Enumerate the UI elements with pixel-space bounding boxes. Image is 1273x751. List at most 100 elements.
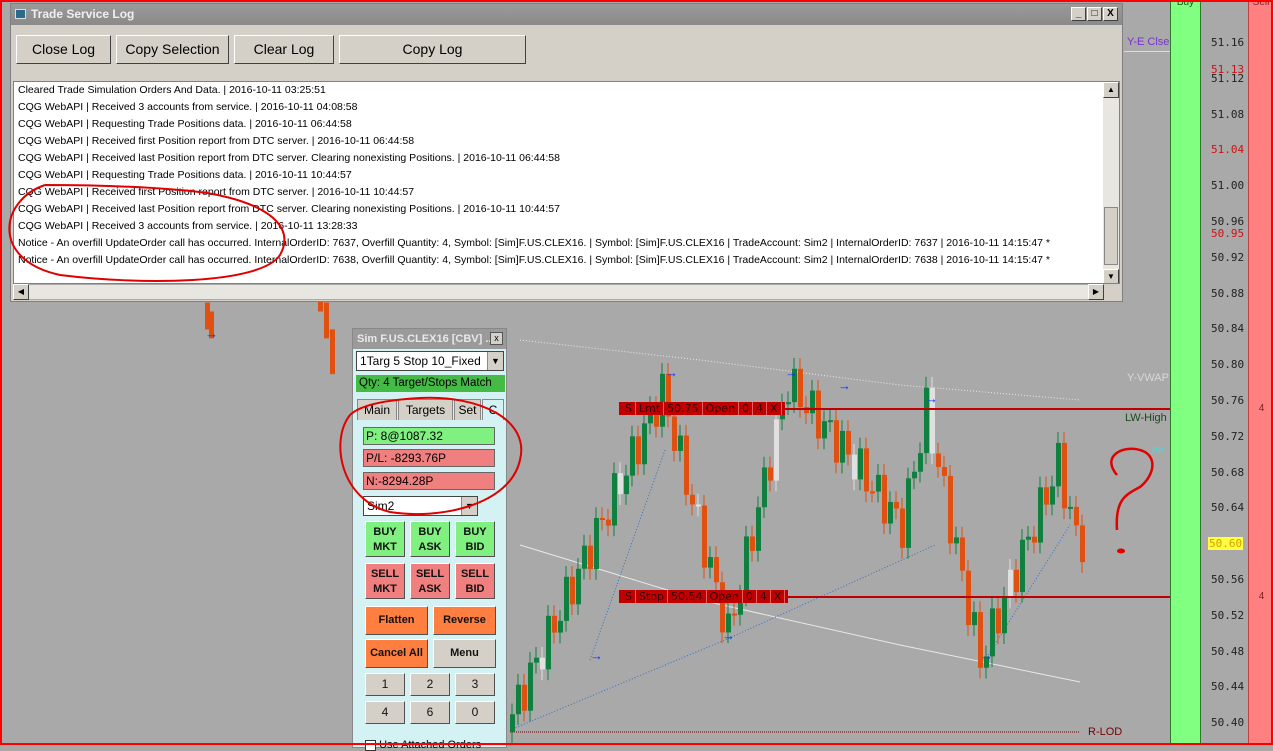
- account-select[interactable]: Sim2 ▼: [363, 496, 478, 516]
- order-cancel-button[interactable]: X: [767, 402, 782, 415]
- qty-4-button[interactable]: 4: [365, 701, 405, 724]
- order-status: Open: [703, 402, 740, 415]
- qty-0-button[interactable]: 0: [455, 701, 495, 724]
- reverse-button[interactable]: Reverse: [433, 606, 496, 635]
- strategy-select[interactable]: 1Targ 5 Stop 10_Fixed ▼: [356, 351, 504, 371]
- candle-body: [534, 657, 539, 663]
- panel-close-button[interactable]: x: [490, 332, 503, 345]
- arrow-marker-icon: →: [665, 365, 678, 380]
- order-cancel-button[interactable]: X: [771, 590, 786, 603]
- stop-order-tag[interactable]: S Stop 50.54 Open 0 4 X: [619, 590, 789, 603]
- copy-selection-button[interactable]: Copy Selection: [116, 35, 229, 64]
- maximize-button[interactable]: □: [1087, 7, 1102, 21]
- buy-header: Buy: [1176, 0, 1195, 8]
- log-line[interactable]: Cleared Trade Simulation Orders And Data…: [14, 82, 1119, 99]
- log-line[interactable]: CQG WebAPI | Received last Position repo…: [14, 150, 1119, 167]
- tab-targets[interactable]: Targets: [398, 399, 453, 420]
- candle-body: [636, 436, 641, 465]
- candle-body: [642, 423, 647, 465]
- candle-body: [1044, 487, 1049, 505]
- minimize-button[interactable]: _: [1071, 7, 1086, 21]
- buy-mkt-button[interactable]: BUY MKT: [365, 521, 405, 557]
- scroll-left-icon[interactable]: ◀: [13, 284, 29, 300]
- order-qty[interactable]: 4: [757, 590, 771, 603]
- limit-order-tag[interactable]: S Lmt 50.75 Open 0 4 X: [619, 402, 785, 415]
- candle-body: [996, 608, 1001, 634]
- arrow-marker-icon: →: [205, 326, 218, 341]
- sell-ask-button[interactable]: SELL ASK: [410, 563, 450, 599]
- clear-log-button[interactable]: Clear Log: [234, 35, 334, 64]
- buy-bid-button[interactable]: BUY BID: [455, 521, 495, 557]
- copy-log-button[interactable]: Copy Log: [339, 35, 526, 64]
- checkbox-icon[interactable]: [365, 739, 376, 751]
- candle-body: [714, 557, 719, 583]
- price-tick: 51.00: [1211, 179, 1245, 193]
- log-line[interactable]: Notice - An overfill UpdateOrder call ha…: [14, 252, 1119, 269]
- buy-ask-button[interactable]: BUY ASK: [410, 521, 450, 557]
- qty-2-button[interactable]: 2: [410, 673, 450, 696]
- candle-body: [840, 430, 845, 463]
- tab-set[interactable]: Set: [454, 399, 481, 420]
- chevron-down-icon[interactable]: ▼: [487, 352, 503, 370]
- scroll-down-icon[interactable]: ▼: [1103, 269, 1119, 283]
- buy-column[interactable]: Buy: [1170, 0, 1201, 745]
- use-attached-orders-checkbox[interactable]: Use Attached Orders: [365, 739, 481, 751]
- close-window-button[interactable]: X: [1103, 7, 1118, 21]
- log-line[interactable]: CQG WebAPI | Received 3 accounts from se…: [14, 99, 1119, 116]
- candle-body: [948, 475, 953, 544]
- button-label: BUY: [463, 526, 487, 538]
- cancel-all-button[interactable]: Cancel All: [365, 639, 428, 668]
- log-line[interactable]: CQG WebAPI | Requesting Trade Positions …: [14, 116, 1119, 133]
- log-line[interactable]: CQG WebAPI | Received first Position rep…: [14, 184, 1119, 201]
- lw-high-label: LW-High: [1125, 412, 1167, 424]
- sell-mkt-button[interactable]: SELL MKT: [365, 563, 405, 599]
- scroll-thumb[interactable]: [1104, 207, 1118, 265]
- log-line[interactable]: CQG WebAPI | Received first Position rep…: [14, 133, 1119, 150]
- price-axis[interactable]: 51.16 51.12 51.08 51.00 50.96 50.92 50.88 50.84…: [1201, 0, 1248, 745]
- button-label: BID: [465, 583, 485, 595]
- strategy-value: 1Targ 5 Stop 10_Fixed: [360, 354, 481, 368]
- qty-1-button[interactable]: 1: [365, 673, 405, 696]
- r-lod-label: R-LOD: [1088, 726, 1123, 738]
- qty-6-button[interactable]: 6: [410, 701, 450, 724]
- log-line[interactable]: Notice - An overfill UpdateOrder call ha…: [14, 235, 1119, 252]
- sell-column[interactable]: Sell 4 4: [1248, 0, 1273, 745]
- panel-title[interactable]: Sim F.US.CLEX16 [CBV] ...: [353, 329, 506, 349]
- price-tick: 50.95: [1211, 226, 1245, 240]
- log-line[interactable]: CQG WebAPI | Received 3 accounts from se…: [14, 218, 1119, 235]
- candle-body: [834, 420, 839, 463]
- order-qty[interactable]: 4: [753, 402, 768, 415]
- log-title-bar[interactable]: Trade Service Log _ □ X: [11, 4, 1122, 25]
- price-tick: 50.56: [1211, 573, 1245, 586]
- button-label: BUY: [418, 526, 442, 538]
- log-line[interactable]: CQG WebAPI | Received last Position repo…: [14, 201, 1119, 218]
- tab-main[interactable]: Main: [357, 399, 397, 420]
- position-display: P: 8@1087.32: [363, 427, 495, 445]
- button-label: SELL: [415, 568, 445, 580]
- log-text-area[interactable]: Cleared Trade Simulation Orders And Data…: [13, 81, 1120, 284]
- order-price: 50.54: [668, 590, 707, 603]
- qty-3-button[interactable]: 3: [455, 673, 495, 696]
- stop-order-line[interactable]: [762, 596, 1170, 598]
- flatten-button[interactable]: Flatten: [365, 606, 428, 635]
- log-line[interactable]: CQG WebAPI | Requesting Trade Positions …: [14, 167, 1119, 184]
- horizontal-scrollbar[interactable]: ◀ ▶: [13, 284, 1104, 300]
- candle-body: [1032, 536, 1037, 543]
- sell-bid-button[interactable]: SELL BID: [455, 563, 495, 599]
- menu-button[interactable]: Menu: [433, 639, 496, 668]
- vertical-scrollbar[interactable]: ▲ ▼: [1103, 82, 1119, 283]
- candle-body: [822, 421, 827, 439]
- order-side: S: [622, 402, 636, 415]
- scroll-up-icon[interactable]: ▲: [1103, 82, 1119, 98]
- order-type: Lmt: [636, 402, 665, 415]
- candle-body: [1050, 486, 1055, 505]
- close-log-button[interactable]: Close Log: [16, 35, 111, 64]
- limit-order-line[interactable]: [760, 408, 1170, 410]
- candle-body: [786, 402, 791, 405]
- tab-c[interactable]: C: [482, 399, 504, 420]
- scroll-right-icon[interactable]: ▶: [1088, 284, 1104, 300]
- candle-body: [876, 474, 881, 492]
- chevron-down-icon[interactable]: ▼: [461, 497, 477, 515]
- price-tick: 50.92: [1211, 250, 1245, 264]
- candle-body: [672, 416, 677, 451]
